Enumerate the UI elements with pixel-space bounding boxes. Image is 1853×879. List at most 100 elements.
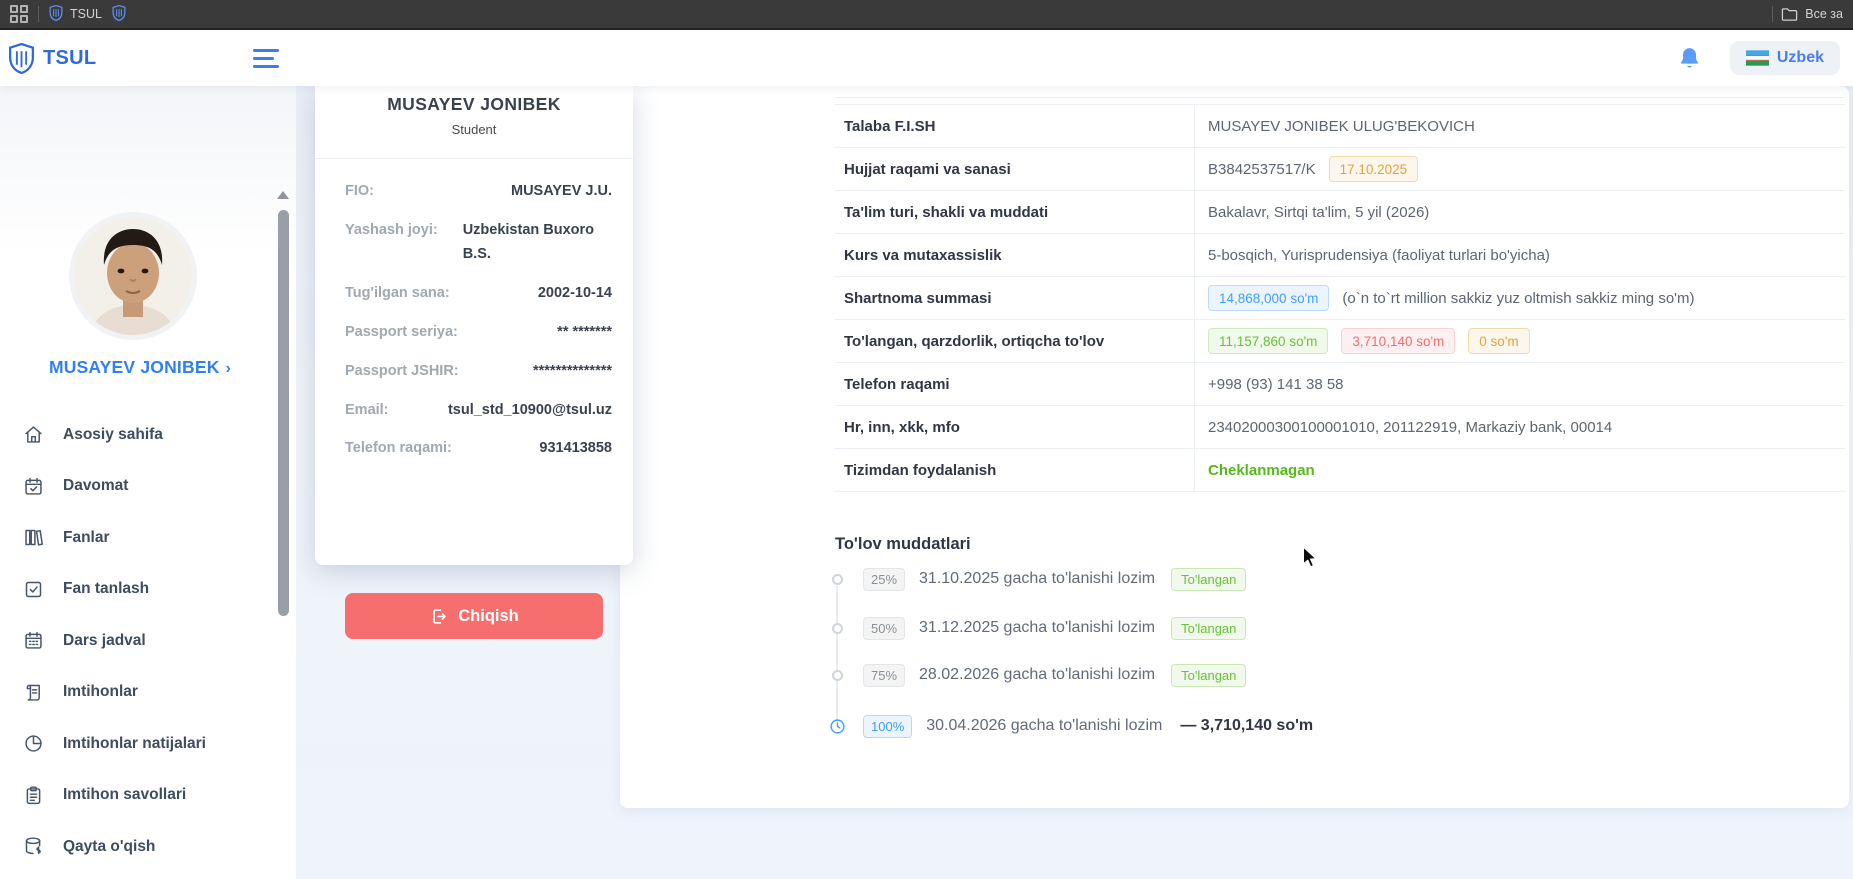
- payment-item-4: 100% 30.04.2026 gacha to'lanishi lozim — 3…: [825, 714, 1313, 738]
- row-value: MUSAYEV JONIBEK ULUG'BEKOVICH: [1195, 105, 1845, 147]
- checkbox-icon: [23, 579, 44, 600]
- row-label: Talaba F.I.SH: [835, 105, 1195, 147]
- row-label: Shartnoma summasi: [835, 277, 1195, 319]
- row-value: 5-bosqich, Yurisprudensiya (faoliyat tur…: [1195, 234, 1845, 276]
- home-icon: [23, 424, 44, 445]
- row-value: +998 (93) 141 38 58: [1195, 363, 1845, 405]
- sidebar-profile-link[interactable]: MUSAYEV JONIBEK ›: [0, 357, 280, 378]
- table-row-telefon: Telefon raqami +998 (93) 141 38 58: [835, 363, 1845, 406]
- sidebar-item-asosiy-sahifa[interactable]: Asosiy sahifa: [0, 409, 280, 461]
- language-label: Uzbek: [1776, 49, 1824, 66]
- brand-logo[interactable]: TSUL: [8, 43, 96, 74]
- table-row-hujjat: Hujjat raqami va sanasi B3842537517/K 17.1…: [835, 148, 1845, 191]
- logout-button[interactable]: Chiqish: [345, 593, 603, 639]
- bookmark-tsul[interactable]: TSUL: [49, 4, 102, 24]
- profile-field-passport-seriya: Passport seriya: ** *******: [345, 321, 612, 345]
- all-bookmarks-button[interactable]: Все за: [1781, 7, 1843, 22]
- divider: [38, 6, 39, 22]
- field-value: 2002-10-14: [537, 284, 612, 301]
- value-text: Bakalavr, Sirtqi ta'lim, 5 yil (2026): [1208, 203, 1430, 221]
- sidebar: MUSAYEV JONIBEK › Asosiy sahifa Davomat Fan…: [0, 86, 296, 879]
- tsul-shield-icon: [8, 43, 35, 74]
- row-label: Telefon raqami: [835, 363, 1195, 405]
- sidebar-item-imtihonlar[interactable]: Imtihonlar: [0, 667, 280, 719]
- table-row-tolangan: To'langan, qarzdorlik, ortiqcha to'lov 11…: [835, 320, 1845, 363]
- percent-badge: 100%: [863, 714, 913, 738]
- warning-badge: 17.10.2025: [1328, 156, 1419, 182]
- field-value: **************: [533, 362, 612, 379]
- divider: [1772, 6, 1774, 22]
- profile-field-phone: Telefon raqami: 931413858: [345, 437, 612, 461]
- field-value: tsul_std_10900@tsul.uz: [447, 401, 612, 418]
- clipboard-icon: [23, 785, 44, 806]
- value-text: MUSAYEV JONIBEK ULUG'BEKOVICH: [1208, 117, 1475, 135]
- percent-badge: 25%: [863, 567, 906, 591]
- field-label: Passport JSHIR:: [345, 362, 459, 379]
- row-value: Bakalavr, Sirtqi ta'lim, 5 yil (2026): [1195, 191, 1845, 233]
- paid-status-badge: To'langan: [1171, 616, 1247, 640]
- payment-item-2: 50% 31.12.2025 gacha to'lanishi lozim To'l…: [825, 616, 1247, 640]
- profile-card-name: MUSAYEV JONIBEK: [387, 94, 561, 114]
- sidebar-item-davomat[interactable]: Davomat: [0, 461, 280, 513]
- table-row-partial: [835, 98, 1845, 105]
- screen: TSUL Все за TSUL Uzbek MUSAYEV JONIBEK ›…: [0, 0, 1853, 879]
- sidebar-item-ozlashtirish[interactable]: O'zlashtirish ko'rsatkichi: [0, 873, 280, 879]
- profile-field-email: Email: tsul_std_10900@tsul.uz: [345, 399, 612, 423]
- row-value: 23402000300100001010, 201122919, Markazi…: [1195, 406, 1845, 448]
- calendar-icon: [23, 630, 44, 651]
- warning-badge: 0 so'm: [1468, 328, 1530, 354]
- sidebar-item-qayta-oqish[interactable]: Qayta o'qish: [0, 821, 280, 873]
- sidebar-item-fanlar[interactable]: Fanlar: [0, 512, 280, 564]
- field-label: Email:: [345, 401, 389, 418]
- notifications-button[interactable]: [1677, 45, 1702, 71]
- scrollbar-up-arrow[interactable]: [277, 191, 289, 199]
- sidebar-item-fan-tanlash[interactable]: Fan tanlash: [0, 564, 280, 616]
- row-value: B3842537517/K 17.10.2025: [1195, 148, 1845, 190]
- student-details-table: Talaba F.I.SH MUSAYEV JONIBEK ULUG'BEKOVI…: [835, 97, 1845, 492]
- menu-toggle-button[interactable]: [253, 49, 279, 68]
- sidebar-item-label: Davomat: [63, 477, 129, 495]
- profile-card-role: Student: [451, 122, 497, 137]
- sidebar-item-label: Asosiy sahifa: [63, 425, 163, 443]
- field-label: Yashash joyi:: [345, 221, 438, 238]
- language-selector[interactable]: Uzbek: [1729, 41, 1840, 75]
- payments-title: To'lov muddatlari: [835, 535, 971, 553]
- all-bookmarks-label: Все за: [1805, 7, 1843, 21]
- sidebar-item-dars-jadval[interactable]: Dars jadval: [0, 615, 280, 667]
- payment-deadline-text: 31.10.2025 gacha to'lanishi lozim: [919, 570, 1156, 587]
- sidebar-item-imtihon-savollari[interactable]: Imtihon savollari: [0, 770, 280, 822]
- bookmark-tsul-2[interactable]: [112, 4, 126, 24]
- sidebar-nav: Asosiy sahifa Davomat Fanlar Fan tanlash Dar…: [0, 409, 280, 879]
- profile-field-fio: FIO: MUSAYEV J.U.: [345, 180, 612, 204]
- student-photo[interactable]: [69, 212, 197, 340]
- apps-grid-icon[interactable]: [10, 5, 28, 23]
- sidebar-item-label: Imtihon savollari: [63, 786, 187, 804]
- folder-icon: [1782, 7, 1798, 21]
- payment-amount: — 3,710,140 so'm: [1180, 717, 1314, 734]
- books-icon: [23, 527, 44, 548]
- calendar-check-icon: [23, 476, 44, 497]
- sidebar-item-label: Fan tanlash: [63, 580, 150, 598]
- bell-icon: [1680, 48, 1698, 68]
- bookmark-label: TSUL: [70, 7, 102, 21]
- success-badge: 11,157,860 so'm: [1208, 328, 1329, 354]
- chevron-right-icon: ›: [225, 360, 232, 377]
- table-row-talim-turi: Ta'lim turi, shakli va muddati Bakalavr, …: [835, 191, 1845, 234]
- row-label: Hujjat raqami va sanasi: [835, 148, 1195, 190]
- logout-icon: [433, 608, 447, 624]
- field-value: ** *******: [557, 323, 612, 340]
- danger-badge: 3,710,140 so'm: [1341, 328, 1456, 354]
- value-text: (o`n to`rt million sakkiz yuz oltmish sa…: [1342, 289, 1695, 307]
- logout-label: Chiqish: [458, 606, 519, 625]
- clock-icon: [825, 718, 849, 735]
- sidebar-item-imtihonlar-natijalari[interactable]: Imtihonlar natijalari: [0, 718, 280, 770]
- row-value: Cheklanmagan: [1195, 449, 1845, 491]
- payment-deadline-text: 30.04.2026 gacha to'lanishi lozim: [926, 717, 1163, 734]
- sidebar-item-label: Qayta o'qish: [63, 837, 156, 855]
- sidebar-profile-name: MUSAYEV JONIBEK: [48, 357, 220, 377]
- field-label: Passport seriya:: [345, 323, 458, 340]
- sidebar-scrollbar-thumb[interactable]: [278, 210, 289, 616]
- sidebar-item-label: Imtihonlar natijalari: [63, 734, 206, 752]
- uzbekistan-flag-icon: [1745, 50, 1769, 66]
- timeline-dot: [825, 622, 849, 634]
